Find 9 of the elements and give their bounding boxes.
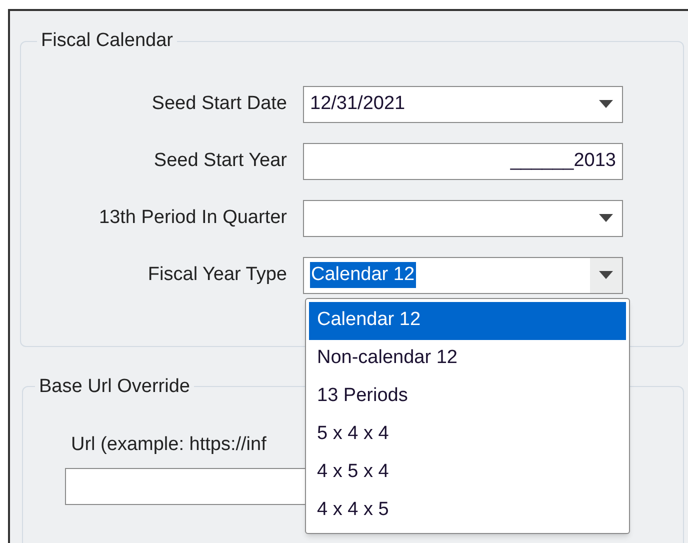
field-label: Url (example: https://inf <box>71 433 266 457</box>
field-label: Seed Start Year <box>152 148 287 173</box>
field-label: Fiscal Year Type <box>146 262 287 287</box>
section-title: Fiscal Calendar <box>40 29 174 53</box>
field-label: 13th Period In Quarter <box>98 206 287 230</box>
field-label: Seed Start Date <box>150 92 287 116</box>
dropdown-value: Calendar 12 <box>310 262 416 288</box>
dropdown-value: 12/31/2021 <box>310 92 406 116</box>
section-title: Base Url Override <box>38 374 191 398</box>
